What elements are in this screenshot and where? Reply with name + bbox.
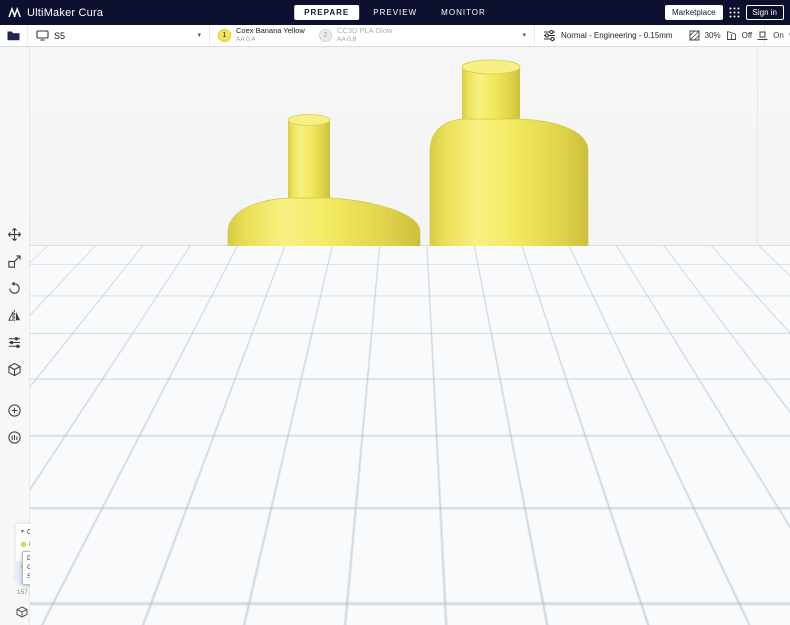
object-name-tooltip: Deep Probe - Fake Router for Gridding - … bbox=[22, 551, 122, 586]
printer-selector[interactable]: S5 ▾ bbox=[28, 25, 210, 46]
extruder-2-nozzle: AA 0.8 bbox=[337, 36, 357, 44]
extruder-1-info: Coex Banana Yellow AA 0.4 bbox=[236, 27, 314, 43]
printer-icon bbox=[36, 30, 49, 41]
svg-text:Liturgical 3D ™: Liturgical 3D ™ bbox=[286, 486, 374, 500]
view-top-button[interactable] bbox=[54, 604, 69, 619]
marketplace-button[interactable]: Marketplace bbox=[664, 5, 723, 20]
sign-in-button[interactable]: Sign in bbox=[745, 5, 784, 20]
support-value: Off bbox=[741, 31, 753, 40]
model-left-designed-text: Designed by Liturgical 3D ™ bbox=[286, 486, 374, 514]
rotate-tool-button[interactable] bbox=[4, 277, 26, 299]
mirror-icon bbox=[8, 309, 21, 321]
model-dimensions-label: 157.6 x 75.0 x 198.0 mm bbox=[17, 589, 89, 596]
per-model-settings-button[interactable] bbox=[4, 331, 26, 353]
model-left-neck-top bbox=[287, 114, 331, 126]
move-tool-button[interactable] bbox=[4, 223, 26, 245]
svg-text:"Bit" dia:: "Bit" dia: bbox=[297, 575, 362, 592]
adhesion-value: On bbox=[773, 31, 784, 40]
custom-supports-icon bbox=[8, 430, 21, 444]
play-icon: ▶ bbox=[603, 593, 611, 604]
scale-icon bbox=[8, 254, 21, 268]
top-bar: UltiMaker Cura PREPARE PREVIEW MONITOR M… bbox=[0, 0, 790, 25]
nine-dots-icon bbox=[729, 7, 740, 18]
model-right-dia-text: "Bit" dia: 9.4mm bbox=[511, 516, 577, 553]
view-3d-button[interactable] bbox=[14, 604, 29, 619]
extruder-1-badge: 1 bbox=[218, 29, 231, 42]
support-blocker-icon bbox=[8, 362, 21, 376]
front-view-icon bbox=[36, 606, 47, 617]
print-settings-selector[interactable]: Normal - Engineering - 0.15mm 30% Off On bbox=[535, 25, 790, 46]
model-right-designed-text: Designed by Liturgical 3D ™ bbox=[500, 388, 588, 419]
model-right-neck-top bbox=[461, 59, 521, 75]
topbar-right-group: Marketplace Sign in bbox=[664, 0, 784, 25]
mesh-tools-plugin-button[interactable] bbox=[4, 399, 26, 421]
viewport-3d[interactable]: Designed by Liturgical 3D ™ "Bit" dia: 9… bbox=[30, 47, 790, 625]
model-left-neck bbox=[288, 120, 330, 202]
scale-tool-button[interactable] bbox=[4, 250, 26, 272]
printer-name: S5 bbox=[54, 30, 66, 41]
view-left-button[interactable] bbox=[74, 604, 89, 619]
settings-sliders-icon bbox=[543, 29, 556, 42]
custom-supports-plugin-button[interactable] bbox=[4, 426, 26, 448]
models-layer: Designed by Liturgical 3D ™ "Bit" dia: 9… bbox=[195, 59, 636, 625]
config-bar: S5 ▾ 1 Coex Banana Yellow AA 0.4 2 CC3D … bbox=[0, 25, 790, 47]
model-right-neck bbox=[462, 67, 520, 121]
app-window: UltiMaker Cura PREPARE PREVIEW MONITOR M… bbox=[0, 0, 790, 625]
svg-text:"Bit" dia:: "Bit" dia: bbox=[511, 534, 577, 553]
model-left-body bbox=[227, 197, 421, 458]
infill-value: 30% bbox=[704, 31, 721, 40]
mirror-tool-button[interactable] bbox=[4, 304, 26, 326]
side-view-icon bbox=[76, 606, 87, 617]
view-right-button[interactable] bbox=[94, 604, 109, 619]
extruder-color-dot bbox=[21, 542, 26, 547]
chevron-down-icon: ▾ bbox=[197, 32, 201, 39]
iso-cube-icon bbox=[16, 605, 27, 618]
view-front-button[interactable] bbox=[34, 604, 49, 619]
profile-label: Normal - Engineering - 0.15mm bbox=[561, 31, 673, 40]
support-icon bbox=[726, 30, 737, 41]
top-view-icon bbox=[56, 606, 67, 617]
model-left-base-side bbox=[458, 429, 476, 617]
infill-icon bbox=[689, 30, 700, 41]
preview-stage-button[interactable]: ▶ bbox=[594, 587, 620, 611]
ultimaker-logo: UltiMaker Cura bbox=[0, 6, 104, 19]
slice-button[interactable]: Slice bbox=[630, 587, 776, 611]
svg-text:9.4mm: 9.4mm bbox=[519, 516, 570, 535]
tab-monitor[interactable]: MONITOR bbox=[431, 5, 496, 20]
svg-text:Designed by: Designed by bbox=[294, 500, 366, 514]
model-left-base-top bbox=[203, 429, 476, 449]
stage-tabs: PREPARE PREVIEW MONITOR bbox=[294, 0, 496, 25]
model-right-body bbox=[429, 118, 589, 376]
camera-view-buttons bbox=[14, 604, 109, 619]
open-file-button[interactable] bbox=[0, 25, 28, 46]
model-left-dia-text: "Bit" dia: 9.4mm bbox=[297, 557, 362, 592]
move-icon bbox=[8, 227, 21, 241]
mesh-tools-icon bbox=[8, 403, 21, 417]
extruder-1-nozzle: AA 0.4 bbox=[236, 36, 256, 44]
tab-prepare[interactable]: PREPARE bbox=[294, 5, 360, 20]
apps-grid-icon[interactable] bbox=[729, 7, 740, 18]
object-list-header[interactable]: ▾ Object list bbox=[16, 524, 126, 539]
model-right-base-side bbox=[624, 357, 636, 587]
tab-preview[interactable]: PREVIEW bbox=[363, 5, 427, 20]
action-panel: ▶ Slice bbox=[594, 587, 776, 611]
rotate-icon bbox=[9, 280, 20, 294]
app-title: UltiMaker Cura bbox=[27, 6, 104, 19]
extruder-2-info: CC3D PLA Glow AA 0.8 bbox=[337, 27, 415, 43]
extruder-1-material: Coex Banana Yellow bbox=[236, 26, 305, 36]
per-model-settings-icon bbox=[8, 336, 21, 348]
chevron-down-icon: ▾ bbox=[522, 32, 526, 39]
ultimaker-mark-icon bbox=[8, 6, 21, 17]
object-list-title: Object list bbox=[27, 527, 59, 536]
svg-text:9.4mm: 9.4mm bbox=[303, 557, 357, 576]
folder-icon bbox=[7, 31, 20, 41]
caret-down-icon: ▾ bbox=[21, 529, 25, 535]
support-blocker-button[interactable] bbox=[4, 358, 26, 380]
extruder-2-badge: 2 bbox=[319, 29, 332, 42]
dot-view-icon bbox=[96, 606, 107, 617]
material-selector[interactable]: 1 Coex Banana Yellow AA 0.4 2 CC3D PLA G… bbox=[210, 25, 535, 46]
extruder-2-material: CC3D PLA Glow bbox=[337, 26, 393, 36]
adhesion-icon bbox=[757, 30, 768, 41]
